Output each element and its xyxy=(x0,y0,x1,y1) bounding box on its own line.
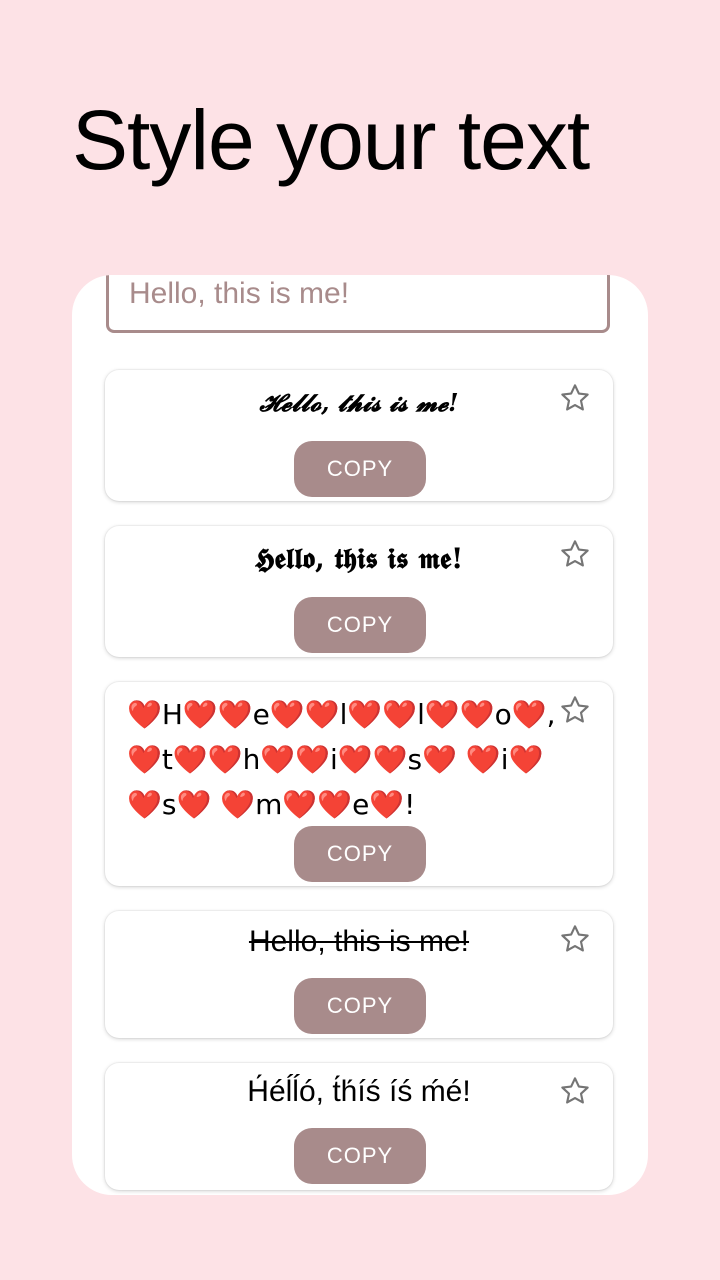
copy-button[interactable]: COPY xyxy=(294,826,426,882)
styled-text: H́éĺĺó, t́h́íś íś ḿé! xyxy=(247,1075,471,1108)
styled-text: Hello, this is me! xyxy=(248,925,470,958)
copy-button[interactable]: COPY xyxy=(294,597,426,653)
page-title: Style your text xyxy=(72,93,590,187)
style-card-strikethrough: Hello, this is me! COPY xyxy=(105,911,613,1038)
star-outline-icon[interactable] xyxy=(559,538,591,570)
style-card-hearts: ❤️H❤️❤️e❤️❤️l❤️❤️l❤️❤️o❤️, ❤️t❤️❤️h❤️❤️i… xyxy=(105,682,613,886)
styles-panel: 𝓗𝓮𝓵𝓵𝓸, 𝓽𝓱𝓲𝓼 𝓲𝓼 𝓶𝓮! COPY 𝕳𝖊𝖑𝖑𝖔, 𝖙𝖍𝖎𝖘 𝖎𝖘 𝖒… xyxy=(72,275,648,1195)
copy-button[interactable]: COPY xyxy=(294,441,426,497)
copy-button[interactable]: COPY xyxy=(294,978,426,1034)
star-outline-icon[interactable] xyxy=(559,923,591,955)
style-card-accents: H́éĺĺó, t́h́íś íś ḿé! COPY xyxy=(105,1063,613,1190)
text-input[interactable] xyxy=(129,275,589,319)
style-card-script: 𝓗𝓮𝓵𝓵𝓸, 𝓽𝓱𝓲𝓼 𝓲𝓼 𝓶𝓮! COPY xyxy=(105,370,613,501)
style-card-gothic: 𝕳𝖊𝖑𝖑𝖔, 𝖙𝖍𝖎𝖘 𝖎𝖘 𝖒𝖊! COPY xyxy=(105,526,613,657)
star-outline-icon[interactable] xyxy=(559,694,591,726)
text-input-box[interactable] xyxy=(106,275,610,333)
star-outline-icon[interactable] xyxy=(559,382,591,414)
styled-text: ❤️H❤️❤️e❤️❤️l❤️❤️l❤️❤️o❤️, ❤️t❤️❤️h❤️❤️i… xyxy=(127,698,556,821)
styled-text: 𝓗𝓮𝓵𝓵𝓸, 𝓽𝓱𝓲𝓼 𝓲𝓼 𝓶𝓮! xyxy=(259,388,459,417)
styled-text: 𝕳𝖊𝖑𝖑𝖔, 𝖙𝖍𝖎𝖘 𝖎𝖘 𝖒𝖊! xyxy=(254,542,464,575)
star-outline-icon[interactable] xyxy=(559,1075,591,1107)
copy-button[interactable]: COPY xyxy=(294,1128,426,1184)
